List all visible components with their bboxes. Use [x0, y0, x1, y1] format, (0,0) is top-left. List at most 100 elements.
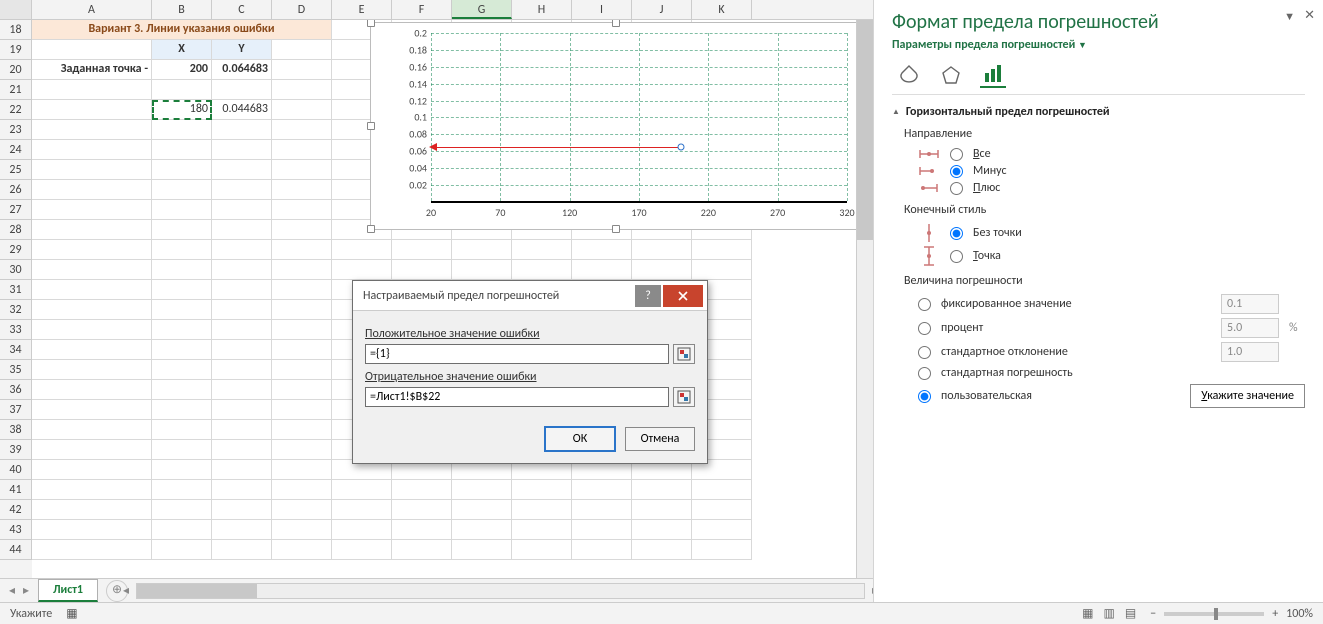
cell[interactable]	[392, 500, 452, 520]
row-header[interactable]: 24	[0, 140, 32, 160]
cell[interactable]	[212, 220, 272, 240]
cell[interactable]	[692, 480, 752, 500]
cell[interactable]	[152, 240, 212, 260]
cell[interactable]	[212, 200, 272, 220]
cell[interactable]	[692, 520, 752, 540]
direction-minus-label[interactable]: Минус	[973, 164, 1007, 178]
cell[interactable]	[332, 480, 392, 500]
select-all-corner[interactable]	[0, 0, 32, 19]
cell[interactable]	[32, 540, 152, 560]
cell[interactable]	[152, 320, 212, 340]
cell[interactable]	[32, 220, 152, 240]
cell[interactable]: 0.044683	[212, 100, 272, 120]
cell[interactable]	[152, 400, 212, 420]
cell[interactable]	[212, 500, 272, 520]
cell[interactable]	[272, 40, 332, 60]
cell[interactable]	[152, 340, 212, 360]
cell[interactable]	[512, 500, 572, 520]
cell[interactable]	[512, 260, 572, 280]
horizontal-scrollbar[interactable]: ◂ ▸	[136, 583, 865, 599]
cell[interactable]	[452, 520, 512, 540]
amount-fixed-radio[interactable]	[918, 298, 931, 311]
row-header[interactable]: 23	[0, 120, 32, 140]
cell[interactable]	[32, 360, 152, 380]
cell[interactable]	[272, 380, 332, 400]
custom-error-bars-dialog[interactable]: Настраиваемый предел погрешностей ? Поло…	[352, 280, 708, 464]
cell[interactable]	[212, 340, 272, 360]
cell[interactable]	[272, 440, 332, 460]
cell[interactable]	[152, 500, 212, 520]
cell[interactable]	[272, 160, 332, 180]
cell[interactable]	[272, 240, 332, 260]
cell[interactable]	[272, 180, 332, 200]
zoom-out-icon[interactable]: −	[1150, 607, 1156, 621]
cell[interactable]	[32, 300, 152, 320]
cell[interactable]: 180	[152, 100, 212, 120]
cell[interactable]	[572, 480, 632, 500]
cell[interactable]	[212, 480, 272, 500]
page-break-view-icon[interactable]: ▤	[1125, 606, 1136, 621]
cell[interactable]	[212, 180, 272, 200]
cell[interactable]	[212, 400, 272, 420]
data-point[interactable]	[677, 144, 684, 151]
cell[interactable]	[272, 540, 332, 560]
error-bar-options-tab-icon[interactable]	[980, 62, 1006, 88]
cell[interactable]	[212, 540, 272, 560]
cell[interactable]	[32, 200, 152, 220]
cell[interactable]	[632, 540, 692, 560]
resize-handle[interactable]	[367, 20, 375, 27]
amount-stderr-radio[interactable]	[918, 367, 931, 380]
row-header[interactable]: 44	[0, 540, 32, 560]
col-header-J[interactable]: J	[632, 0, 692, 19]
cell[interactable]	[272, 140, 332, 160]
cell[interactable]	[272, 520, 332, 540]
cell[interactable]	[212, 380, 272, 400]
cell[interactable]	[392, 480, 452, 500]
scrollbar-thumb[interactable]	[137, 584, 257, 598]
cell[interactable]	[32, 260, 152, 280]
cell[interactable]	[452, 540, 512, 560]
cell[interactable]	[272, 200, 332, 220]
col-header-A[interactable]: A	[32, 0, 152, 19]
cell[interactable]	[212, 320, 272, 340]
cell[interactable]	[692, 260, 752, 280]
cell[interactable]: X	[152, 40, 212, 60]
cell[interactable]	[152, 540, 212, 560]
cell[interactable]	[452, 480, 512, 500]
cell[interactable]	[212, 280, 272, 300]
col-header-C[interactable]: C	[212, 0, 272, 19]
cell[interactable]	[32, 400, 152, 420]
cell[interactable]	[152, 480, 212, 500]
cell[interactable]	[272, 60, 332, 80]
cell[interactable]	[272, 340, 332, 360]
cell[interactable]	[212, 420, 272, 440]
cell[interactable]	[632, 520, 692, 540]
cell[interactable]	[212, 80, 272, 100]
amount-fixed-label[interactable]: фиксированное значение	[941, 297, 1211, 311]
effects-tab-icon[interactable]	[938, 62, 964, 88]
cell[interactable]	[212, 240, 272, 260]
cell[interactable]	[32, 160, 152, 180]
cell[interactable]	[272, 420, 332, 440]
cell[interactable]	[392, 540, 452, 560]
panel-close-icon[interactable]: ✕	[1304, 8, 1315, 23]
cell[interactable]	[32, 420, 152, 440]
fill-line-tab-icon[interactable]	[896, 62, 922, 88]
col-header-I[interactable]: I	[572, 0, 632, 19]
sheet-tab[interactable]: Лист1	[38, 579, 98, 602]
cell[interactable]	[152, 360, 212, 380]
cell[interactable]	[32, 280, 152, 300]
row-header[interactable]: 42	[0, 500, 32, 520]
zoom-level[interactable]: 100%	[1286, 607, 1313, 621]
cell[interactable]	[32, 320, 152, 340]
row-header[interactable]: 33	[0, 320, 32, 340]
amount-percent-label[interactable]: процент	[941, 321, 1211, 335]
section-header[interactable]: Горизонтальный предел погрешностей	[892, 105, 1305, 119]
direction-plus-label[interactable]: Плюс	[973, 181, 1000, 195]
row-header[interactable]: 27	[0, 200, 32, 220]
cell[interactable]	[212, 460, 272, 480]
resize-handle[interactable]	[367, 122, 375, 130]
cell[interactable]: 0.064683	[212, 60, 272, 80]
cell[interactable]: Заданная точка -	[32, 60, 152, 80]
row-header[interactable]: 43	[0, 520, 32, 540]
